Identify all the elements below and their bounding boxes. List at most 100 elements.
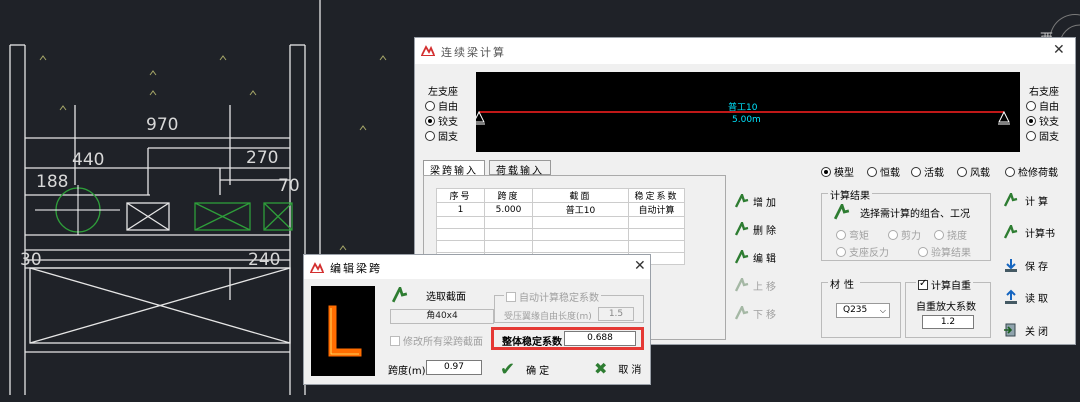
edit-titlebar[interactable]: 编辑梁跨 ✕	[304, 255, 650, 279]
angle-section-icon	[328, 305, 362, 357]
radio-icon[interactable]	[911, 166, 921, 177]
right-support-label: 右支座	[1029, 87, 1059, 98]
material-select[interactable]: Q235 ⌵	[836, 303, 890, 318]
results-group-title: 计算结果	[828, 187, 872, 202]
app-logo-icon	[421, 45, 435, 56]
edit-span-button[interactable]: 编辑	[735, 247, 787, 267]
cad-dim-188: 188	[36, 172, 69, 192]
ok-button[interactable]: ✔ 确定	[500, 359, 552, 380]
overall-stability-input[interactable]: 0.688	[564, 331, 636, 346]
app-logo-icon	[310, 262, 324, 273]
left-support-hinged[interactable]: 铰支	[425, 113, 458, 128]
delete-span-button[interactable]: 删除	[735, 219, 787, 239]
result-shear[interactable]: 剪力	[888, 227, 921, 242]
beam-length-text: 5.00m	[732, 115, 761, 125]
calculate-button[interactable]: 计算	[1003, 190, 1069, 210]
main-titlebar[interactable]: 连续梁计算 ✕	[415, 38, 1075, 64]
main-title: 连续梁计算	[441, 46, 506, 59]
auto-stability-checkbox[interactable]: 自动计算稳定系数	[504, 289, 601, 304]
move-down-button[interactable]: 下移	[735, 303, 787, 323]
result-reaction[interactable]: 支座反力	[836, 244, 889, 259]
radio-selected-icon[interactable]	[821, 166, 831, 177]
cad-dim-240: 240	[248, 250, 281, 270]
radio-icon[interactable]	[888, 229, 898, 240]
radio-icon[interactable]	[1026, 100, 1036, 111]
cad-dim-70: 70	[278, 176, 300, 196]
radio-icon[interactable]	[957, 166, 967, 177]
checkbox-icon[interactable]	[506, 291, 516, 302]
checkbox-checked-icon[interactable]	[918, 278, 928, 290]
cad-dim-30: 30	[20, 250, 42, 270]
edit-title: 编辑梁跨	[330, 262, 382, 275]
load-model[interactable]: 模型	[821, 164, 854, 179]
self-weight-factor-input[interactable]: 1.2	[922, 315, 974, 329]
overall-stability-label: 整体稳定系数	[502, 337, 562, 348]
free-length-label: 受压翼缘自由长度(m)	[504, 312, 592, 322]
result-moment[interactable]: 弯矩	[836, 227, 869, 242]
radio-icon[interactable]	[425, 100, 435, 111]
radio-icon[interactable]	[836, 246, 846, 257]
checkbox-icon[interactable]	[390, 335, 400, 346]
move-up-button[interactable]: 上移	[735, 275, 787, 295]
radio-icon[interactable]	[425, 130, 435, 141]
load-dead[interactable]: 恒载	[867, 164, 900, 179]
section-value-field: 角40x4	[390, 309, 494, 324]
cancel-button[interactable]: ✖ 取消	[594, 359, 644, 378]
cad-dim-440: 440	[72, 150, 105, 170]
right-support-hinged[interactable]: 铰支	[1026, 113, 1059, 128]
right-support-free[interactable]: 自由	[1026, 98, 1059, 113]
add-span-button[interactable]: 增加	[735, 191, 787, 211]
choose-section-icon	[392, 287, 408, 303]
delete-icon	[735, 222, 749, 236]
select-icon	[834, 204, 850, 220]
select-combination-button[interactable]: 选择需计算的组合、工况	[834, 204, 970, 220]
table-row[interactable]: 1 5.000 普工10 自动计算	[436, 202, 685, 217]
report-button[interactable]: 计算书	[1003, 222, 1069, 242]
radio-icon[interactable]	[934, 229, 944, 240]
self-weight-factor-label: 自重放大系数	[916, 302, 976, 313]
radio-selected-icon[interactable]	[425, 115, 435, 126]
table-row[interactable]	[436, 228, 685, 241]
save-button[interactable]: 保存	[1003, 255, 1069, 275]
table-row[interactable]	[436, 240, 685, 253]
read-icon	[1005, 289, 1017, 304]
main-close-icon[interactable]: ✕	[1053, 42, 1065, 58]
exit-door-icon	[1004, 323, 1016, 337]
load-live[interactable]: 活载	[911, 164, 944, 179]
result-check[interactable]: 验算结果	[918, 244, 971, 259]
beam-preview-canvas: 普工10 5.00m	[473, 72, 1020, 152]
checkmark-icon: ✔	[500, 359, 519, 380]
table-row[interactable]	[436, 216, 685, 229]
left-support-free[interactable]: 自由	[425, 98, 458, 113]
save-icon	[1005, 259, 1017, 272]
radio-icon[interactable]	[918, 246, 928, 257]
self-weight-checkbox[interactable]: 计算自重	[916, 277, 973, 292]
section-preview-canvas	[311, 286, 375, 376]
results-group: 计算结果 选择需计算的组合、工况 弯矩 剪力 挠度 支座反力 验算结果	[821, 187, 991, 261]
modify-all-checkbox[interactable]: 修改所有梁跨截面	[390, 333, 483, 348]
edit-close-icon[interactable]: ✕	[634, 258, 646, 274]
result-deflection[interactable]: 挠度	[934, 227, 967, 242]
edit-span-dialog: 编辑梁跨 ✕ 选取截面 角40x4 修改所有梁跨截面 跨度(m) 0.97 自动…	[303, 254, 651, 385]
radio-icon[interactable]	[1005, 166, 1015, 177]
choose-section-button[interactable]: 选取截面	[392, 287, 466, 303]
read-button[interactable]: 读取	[1003, 287, 1069, 307]
move-up-icon	[735, 278, 749, 292]
radio-icon[interactable]	[867, 166, 877, 177]
span-length-input[interactable]: 0.97	[426, 360, 482, 375]
radio-icon[interactable]	[836, 229, 846, 240]
span-table-header: 序号 跨度 截面 稳定系数	[436, 188, 685, 203]
col-index: 序号	[436, 188, 485, 203]
report-icon	[1003, 225, 1018, 239]
right-support-fixed[interactable]: 固支	[1026, 128, 1059, 143]
tab-load-input[interactable]: 荷载输入	[489, 160, 551, 177]
radio-selected-icon[interactable]	[1026, 115, 1036, 126]
right-hinge-support-icon	[998, 110, 1010, 123]
left-support-fixed[interactable]: 固支	[425, 128, 458, 143]
tab-span-input[interactable]: 梁跨输入	[423, 160, 485, 177]
free-length-input[interactable]: 1.5	[598, 307, 634, 321]
radio-icon[interactable]	[1026, 130, 1036, 141]
close-button[interactable]: 关闭	[1003, 320, 1069, 340]
load-maintenance[interactable]: 检修荷载	[1005, 164, 1058, 179]
load-wind[interactable]: 风载	[957, 164, 990, 179]
